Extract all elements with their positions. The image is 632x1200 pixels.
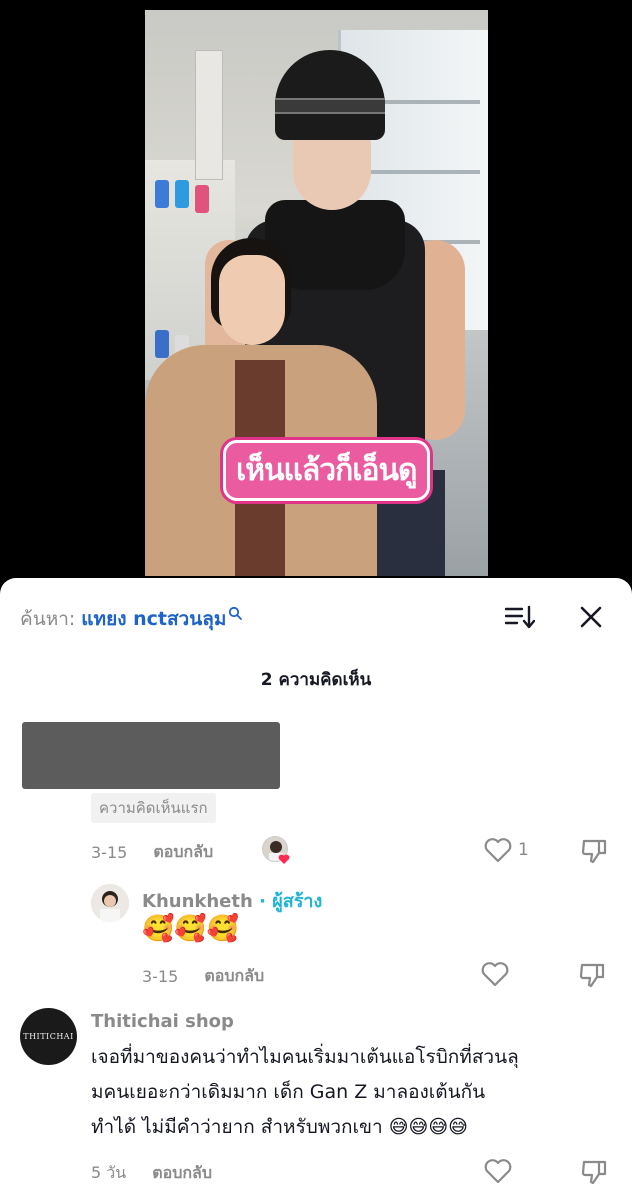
like-heart-icon[interactable] (484, 837, 512, 867)
comment-meta: 5 วัน ตอบกลับ (91, 1161, 212, 1186)
reply-button[interactable]: ตอบกลับ (153, 840, 213, 865)
video-player[interactable]: เห็นแล้วก็เอ็นดู (145, 10, 488, 576)
comment-count: 2 ความคิดเห็น (260, 670, 372, 690)
comment-time: 3-15 (91, 843, 128, 862)
search-term-link[interactable]: แทยง nctสวนลุม (81, 604, 226, 634)
search-label: ค้นหา: (20, 608, 76, 630)
reply-time: 3-15 (142, 967, 179, 986)
comment-meta: 3-15 ตอบกลับ (91, 840, 213, 865)
reply-avatar[interactable] (91, 884, 129, 922)
dislike-icon[interactable] (580, 1158, 608, 1190)
comment-text-line: เจอที่มาของคนว่าทำไมคนเริ่มมาเต้นแอโรบิก… (91, 1046, 519, 1068)
woman-figure (145, 235, 385, 576)
commenter-name[interactable]: Thitichai shop (91, 1011, 234, 1032)
comment-text-line: มคนเยอะกว่าเดิมมาก เด็ก Gan Z มาลองเต้นก… (91, 1081, 486, 1103)
close-icon[interactable] (578, 604, 604, 630)
search-icon (228, 603, 243, 625)
commenter-avatar[interactable]: THITICHAI (20, 1008, 77, 1065)
comment-sheet: ค้นหา: แทยง nctสวนลุม 2 ความคิดเห็น ความ… (0, 578, 632, 1200)
reply-button[interactable]: ตอบกลับ (152, 1161, 212, 1186)
like-count: 1 (518, 840, 529, 860)
comment-text-line: ทำได้ ไม่มีคำว่ายาก สำหรับพวกเขา 😅😅😅😅 (91, 1116, 468, 1138)
first-comment-tag: ความคิดเห็นแรก (91, 793, 216, 823)
reply-author[interactable]: Khunkheth · ผู้สร้าง (142, 886, 322, 915)
like-heart-icon[interactable] (484, 1158, 512, 1188)
heart-badge-icon (278, 850, 290, 869)
reply-text: 🥰🥰🥰 (142, 914, 240, 944)
comment-text: เจอที่มาของคนว่าทำไมคนเริ่มมาเต้นแอโรบิก… (91, 1040, 519, 1145)
sort-icon[interactable] (504, 604, 536, 630)
like-heart-icon[interactable] (481, 961, 509, 991)
reply-author-name[interactable]: Khunkheth (142, 891, 253, 912)
comment-time: 5 วัน (91, 1163, 127, 1182)
search-suggestion[interactable]: ค้นหา: แทยง nctสวนลุม (20, 603, 243, 634)
dislike-icon[interactable] (580, 837, 608, 869)
reply-button[interactable]: ตอบกลับ (204, 964, 264, 989)
creator-label: · ผู้สร้าง (259, 891, 323, 912)
redacted-comment (22, 722, 280, 789)
dislike-icon[interactable] (578, 961, 606, 993)
avatar-logo-text: THITICHAI (23, 1032, 74, 1041)
reply-meta: 3-15 ตอบกลับ (142, 964, 264, 989)
video-caption-overlay: เห็นแล้วก็เอ็นดู (223, 440, 430, 501)
